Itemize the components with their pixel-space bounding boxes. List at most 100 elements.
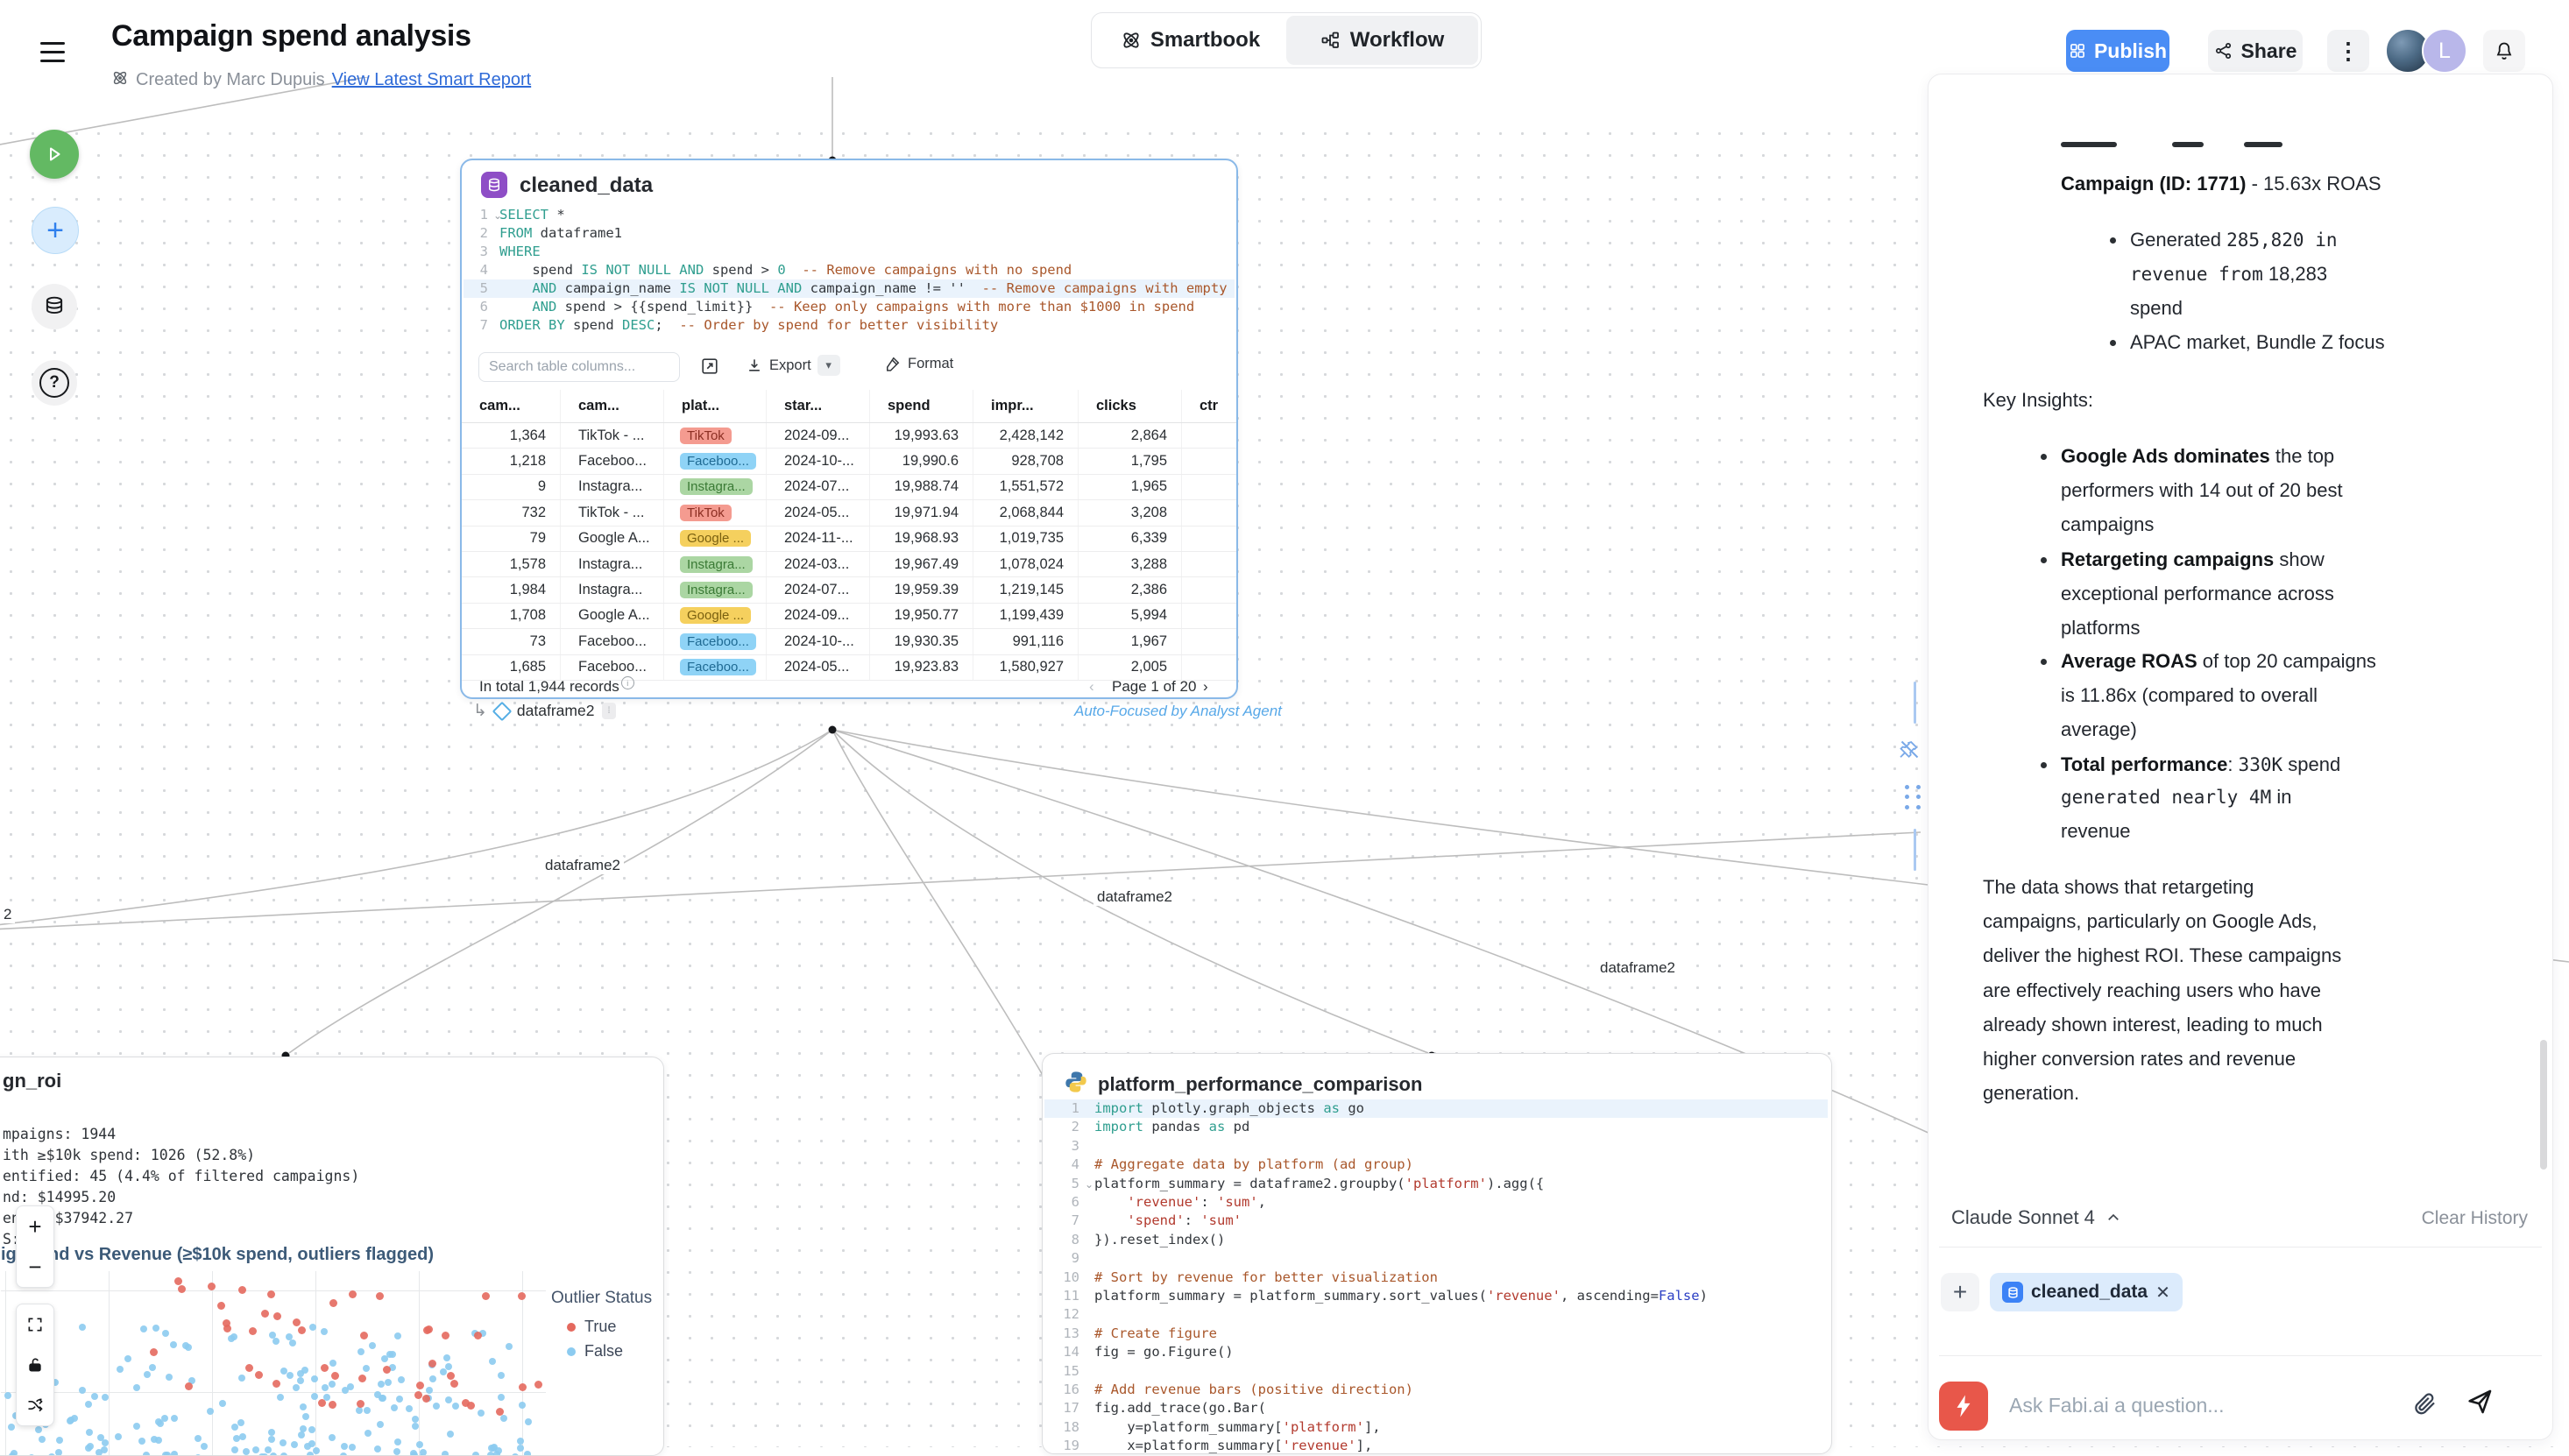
line-number: 4 <box>1043 1156 1079 1174</box>
scatter-point <box>239 1433 246 1440</box>
scatter-point <box>311 1393 318 1400</box>
context-chip-cleaned-data[interactable]: cleaned_data ✕ <box>1990 1273 2183 1311</box>
created-by: Created by Marc Dupuis <box>136 70 325 90</box>
share-button[interactable]: Share <box>2208 30 2303 72</box>
message-line: Generated 285,820 in <box>2130 227 2338 253</box>
table-row[interactable]: 1,578Instagra...Instagra...2024-03...19,… <box>462 552 1236 577</box>
message-line: Google Ads dominates the top <box>2061 443 2334 470</box>
python-code-editor[interactable]: 1import plotly.graph_objects as go2impor… <box>1043 1099 1829 1454</box>
zoom-out-button[interactable]: − <box>17 1247 53 1287</box>
scatter-point <box>261 1310 269 1318</box>
scatter-point <box>360 1332 368 1339</box>
scatter-point <box>166 1374 173 1381</box>
node-campaign-roi[interactable]: gn_roi mpaigns: 1944ith ≥$10k spend: 102… <box>0 1057 664 1456</box>
table-row[interactable]: 9Instagra...Instagra...2024-07...19,988.… <box>462 475 1236 500</box>
scatter-point <box>394 1438 401 1445</box>
scatter-point <box>364 1430 372 1437</box>
table-row[interactable]: 1,364TikTok - ...TikTok2024-09...19,993.… <box>462 423 1236 449</box>
panel-drag-handle[interactable] <box>1905 785 1924 811</box>
fold-chevron-icon[interactable]: ⌄ <box>1085 1176 1093 1194</box>
output-dataframe-label[interactable]: dataframe2 <box>517 702 595 720</box>
workflow-icon <box>1320 30 1341 51</box>
column-header[interactable]: star... <box>766 390 869 422</box>
add-context-button[interactable]: + <box>1941 1273 1979 1311</box>
model-selector[interactable]: Claude Sonnet 4 <box>1951 1206 2121 1229</box>
lock-icon[interactable] <box>17 1345 53 1385</box>
message-line: Campaign (ID: 1771) - 15.63x ROAS <box>2061 171 2381 197</box>
scatter-point <box>329 1299 337 1307</box>
unpin-panel-icon[interactable] <box>1898 738 1921 766</box>
chat-input[interactable]: Ask Fabi.ai a question... <box>2009 1394 2224 1417</box>
info-icon[interactable]: i <box>621 676 634 689</box>
next-page-button[interactable]: › <box>1203 678 1208 696</box>
publish-button[interactable]: Publish <box>2066 30 2169 72</box>
message-line: performers with 14 out of 20 best <box>2061 477 2343 504</box>
column-header[interactable]: clicks <box>1078 390 1181 422</box>
table-row[interactable]: 1,708Google A...Google ...2024-09...19,9… <box>462 604 1236 629</box>
export-dropdown-chevron[interactable]: ▾ <box>817 355 840 376</box>
message-line: Average ROAS of top 20 campaigns <box>2061 648 2376 675</box>
table-row[interactable]: 1,218Faceboo...Faceboo...2024-10-...19,9… <box>462 449 1236 474</box>
message-line: Total performance: 330K spend <box>2061 752 2340 778</box>
code-line: x=platform_summary['revenue'], <box>1094 1437 1372 1454</box>
table-cell: Instagra... <box>663 552 766 576</box>
table-row[interactable]: 79Google A...Google ...2024-11-...19,968… <box>462 527 1236 552</box>
scatter-point <box>517 1445 524 1452</box>
format-button[interactable]: Format <box>884 355 953 372</box>
output-options-badge[interactable]: ⁞ <box>602 703 616 719</box>
node-cleaned-data[interactable]: cleaned_data 1⌄SELECT *2FROM dataframe13… <box>460 159 1238 699</box>
avatar[interactable]: L <box>2422 28 2467 74</box>
run-all-button[interactable] <box>30 130 79 179</box>
latest-smart-report-link[interactable]: View Latest Smart Report <box>332 70 532 90</box>
table-cell: Instagra... <box>560 577 663 602</box>
shuffle-icon[interactable] <box>17 1385 53 1425</box>
table-row[interactable]: 732TikTok - ...TikTok2024-05...19,971.94… <box>462 500 1236 526</box>
export-button[interactable]: Export ▾ <box>746 355 840 376</box>
column-header[interactable]: cam... <box>560 390 663 422</box>
line-number: 19 <box>1043 1437 1079 1454</box>
table-cell <box>1181 449 1236 473</box>
column-header[interactable]: spend <box>869 390 973 422</box>
scatter-point <box>287 1372 294 1379</box>
node-title: gn_roi <box>3 1070 61 1092</box>
message-line: is 11.86x (compared to overall <box>2061 682 2318 709</box>
scrollbar-thumb[interactable] <box>2540 1040 2547 1170</box>
help-button[interactable]: ? <box>32 360 77 406</box>
tab-workflow[interactable]: Workflow <box>1286 16 1478 65</box>
clear-history-button[interactable]: Clear History <box>2422 1208 2528 1229</box>
menu-icon[interactable] <box>40 42 65 63</box>
node-platform-performance-comparison[interactable]: platform_performance_comparison 1import … <box>1042 1053 1832 1454</box>
search-input[interactable]: Search table columns... <box>478 352 680 382</box>
column-header[interactable]: cam... <box>462 390 560 422</box>
fit-view-icon[interactable] <box>17 1304 53 1345</box>
column-header[interactable]: plat... <box>663 390 766 422</box>
scatter-point <box>268 1436 275 1443</box>
table-cell: 2024-10-... <box>766 449 869 473</box>
table-row[interactable]: 1,984Instagra...Instagra...2024-07...19,… <box>462 577 1236 603</box>
prev-page-button[interactable]: ‹ <box>1089 678 1094 696</box>
scatter-point <box>219 1400 226 1407</box>
table-row[interactable]: 73Faceboo...Faceboo...2024-10-...19,930.… <box>462 629 1236 654</box>
legend-item-true[interactable]: True <box>567 1318 616 1336</box>
scatter-point <box>342 1387 349 1394</box>
attach-icon[interactable] <box>2412 1390 2438 1421</box>
zoom-in-button[interactable]: + <box>17 1206 53 1247</box>
sql-code-editor[interactable]: 1⌄SELECT *2FROM dataframe13WHERE4 spend … <box>462 206 1236 348</box>
table-cell: 1,219,145 <box>973 577 1078 602</box>
scatter-point <box>293 1384 300 1391</box>
expand-table-icon[interactable] <box>700 357 719 380</box>
column-header[interactable]: ctr <box>1181 390 1236 422</box>
remove-chip-icon[interactable]: ✕ <box>2155 1282 2170 1304</box>
legend-item-false[interactable]: False <box>567 1342 623 1361</box>
tab-smartbook[interactable]: Smartbook <box>1094 16 1286 65</box>
more-menu-button[interactable]: ⋮ <box>2327 30 2369 72</box>
send-icon[interactable] <box>2465 1387 2495 1421</box>
column-header[interactable]: impr... <box>973 390 1078 422</box>
data-sources-button[interactable] <box>32 284 77 329</box>
notifications-button[interactable] <box>2483 30 2525 72</box>
scatter-point <box>273 1312 281 1320</box>
table-cell: Faceboo... <box>560 449 663 473</box>
add-cell-button[interactable]: + <box>32 207 79 254</box>
table-cell: 5,994 <box>1078 604 1181 628</box>
data-table: cam...cam...plat...star...spendimpr...cl… <box>462 390 1236 681</box>
